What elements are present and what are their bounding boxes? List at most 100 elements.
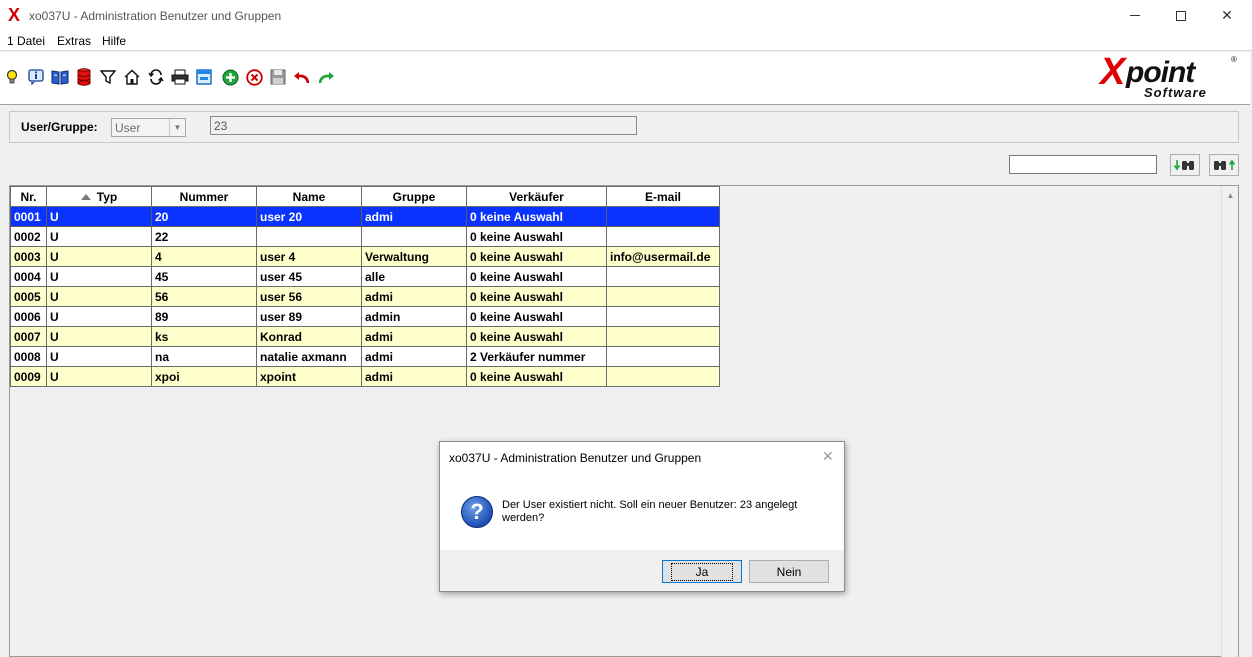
cell-email[interactable] [606,366,720,387]
cell-verkaeufer[interactable]: 0 keine Auswahl [466,306,607,327]
vertical-scrollbar[interactable]: ▲ [1221,186,1238,657]
table-row[interactable]: 0003 U 4 user 4 Verwaltung 0 keine Auswahl inf… [10,246,720,267]
dialog-close-icon[interactable]: ✕ [822,448,834,465]
cell-nr[interactable]: 0001 [10,206,47,227]
cell-gruppe[interactable] [361,226,467,247]
cell-email[interactable] [606,346,720,367]
cell-typ[interactable]: U [46,306,152,327]
search-input[interactable] [1009,155,1157,174]
maximize-button[interactable] [1158,0,1204,31]
cell-verkaeufer[interactable]: 0 keine Auswahl [466,226,607,247]
cell-name[interactable] [256,226,362,247]
cell-nummer[interactable]: 22 [151,226,257,247]
refresh-icon[interactable] [147,68,165,86]
cell-nummer[interactable]: 20 [151,206,257,227]
no-button[interactable]: Nein [749,560,829,583]
menu-datei[interactable]: 1 Datei [7,34,45,48]
cell-nummer[interactable]: 45 [151,266,257,287]
column-header-nr[interactable]: Nr. [10,186,47,207]
find-prev-button[interactable] [1209,154,1239,176]
cell-name[interactable]: user 56 [256,286,362,307]
cell-gruppe[interactable]: alle [361,266,467,287]
window-icon[interactable] [195,68,213,86]
column-header-email[interactable]: E-mail [606,186,720,207]
cell-verkaeufer[interactable]: 0 keine Auswahl [466,266,607,287]
cell-typ[interactable]: U [46,346,152,367]
print-icon[interactable] [171,68,189,86]
table-row[interactable]: 0006 U 89 user 89 admin 0 keine Auswahl [10,306,720,327]
table-row[interactable]: 0009 Uxpoi xpoint admi 0 keine Auswahl [10,366,720,387]
scroll-up-icon[interactable]: ▲ [1222,188,1239,202]
cell-typ[interactable]: U [46,226,152,247]
cell-gruppe[interactable]: admin [361,306,467,327]
cell-nr[interactable]: 0003 [10,246,47,267]
close-button[interactable]: ✕ [1204,0,1250,31]
cell-verkaeufer[interactable]: 2 Verkäufer nummer [466,346,607,367]
cell-email[interactable] [606,206,720,227]
cell-name[interactable]: xpoint [256,366,362,387]
find-next-button[interactable] [1170,154,1200,176]
yes-button[interactable]: Ja [662,560,742,583]
column-header-gruppe[interactable]: Gruppe [361,186,467,207]
cell-nr[interactable]: 0007 [10,326,47,347]
cell-nummer[interactable]: ks [151,326,257,347]
book-icon[interactable] [51,68,69,86]
lightbulb-icon[interactable] [3,68,21,86]
cell-verkaeufer[interactable]: 0 keine Auswahl [466,286,607,307]
cell-typ[interactable]: U [46,326,152,347]
cell-typ[interactable]: U [46,206,152,227]
cell-verkaeufer[interactable]: 0 keine Auswahl [466,366,607,387]
table-row[interactable]: 0002 U 22 0 keine Auswahl [10,226,720,247]
cell-nummer[interactable]: na [151,346,257,367]
cell-nummer[interactable]: 89 [151,306,257,327]
info-icon[interactable] [27,68,45,86]
cell-nummer[interactable]: 56 [151,286,257,307]
cell-name[interactable]: user 89 [256,306,362,327]
column-header-nummer[interactable]: Nummer [151,186,257,207]
cell-typ[interactable]: U [46,366,152,387]
table-row[interactable]: 0007 Uks Konrad admi 0 keine Auswahl [10,326,720,347]
cell-nr[interactable]: 0009 [10,366,47,387]
menu-extras[interactable]: Extras [57,34,91,48]
table-row[interactable]: 0004 U 45 user 45 alle 0 keine Auswahl [10,266,720,287]
cell-gruppe[interactable]: admi [361,366,467,387]
delete-icon[interactable] [245,68,263,86]
menu-hilfe[interactable]: Hilfe [102,34,126,48]
cell-name[interactable]: user 45 [256,266,362,287]
cell-verkaeufer[interactable]: 0 keine Auswahl [466,246,607,267]
user-group-select[interactable]: User ▼ [111,118,186,137]
cell-nr[interactable]: 0008 [10,346,47,367]
cell-gruppe[interactable]: admi [361,346,467,367]
cell-nummer[interactable]: 4 [151,246,257,267]
cell-typ[interactable]: U [46,246,152,267]
cell-verkaeufer[interactable]: 0 keine Auswahl [466,206,607,227]
cell-gruppe[interactable]: admi [361,286,467,307]
cell-name[interactable]: natalie axmann [256,346,362,367]
undo-icon[interactable] [293,68,311,86]
table-row[interactable]: 0008 Una natalie axmann admi 2 Verkäufer num… [10,346,720,367]
column-header-typ[interactable]: Typ [46,186,152,207]
filter-icon[interactable] [99,68,117,86]
user-number-field[interactable]: 23 [210,116,637,135]
cell-nr[interactable]: 0006 [10,306,47,327]
cell-email[interactable] [606,306,720,327]
database-icon[interactable] [75,68,93,86]
column-header-name[interactable]: Name [256,186,362,207]
table-row[interactable]: 0005 U 56 user 56 admi 0 keine Auswahl [10,286,720,307]
cell-email[interactable] [606,226,720,247]
redo-icon[interactable] [317,68,335,86]
cell-email[interactable] [606,326,720,347]
cell-name[interactable]: Konrad [256,326,362,347]
cell-email[interactable] [606,266,720,287]
cell-verkaeufer[interactable]: 0 keine Auswahl [466,326,607,347]
cell-nummer[interactable]: xpoi [151,366,257,387]
minimize-button[interactable] [1112,0,1158,31]
cell-gruppe[interactable]: admi [361,326,467,347]
chevron-down-icon[interactable]: ▼ [169,119,185,136]
column-header-verkaeufer[interactable]: Verkäufer [466,186,607,207]
cell-email[interactable]: info@usermail.de [606,246,720,267]
cell-gruppe[interactable]: admi [361,206,467,227]
cell-typ[interactable]: U [46,266,152,287]
home-icon[interactable] [123,68,141,86]
cell-nr[interactable]: 0004 [10,266,47,287]
